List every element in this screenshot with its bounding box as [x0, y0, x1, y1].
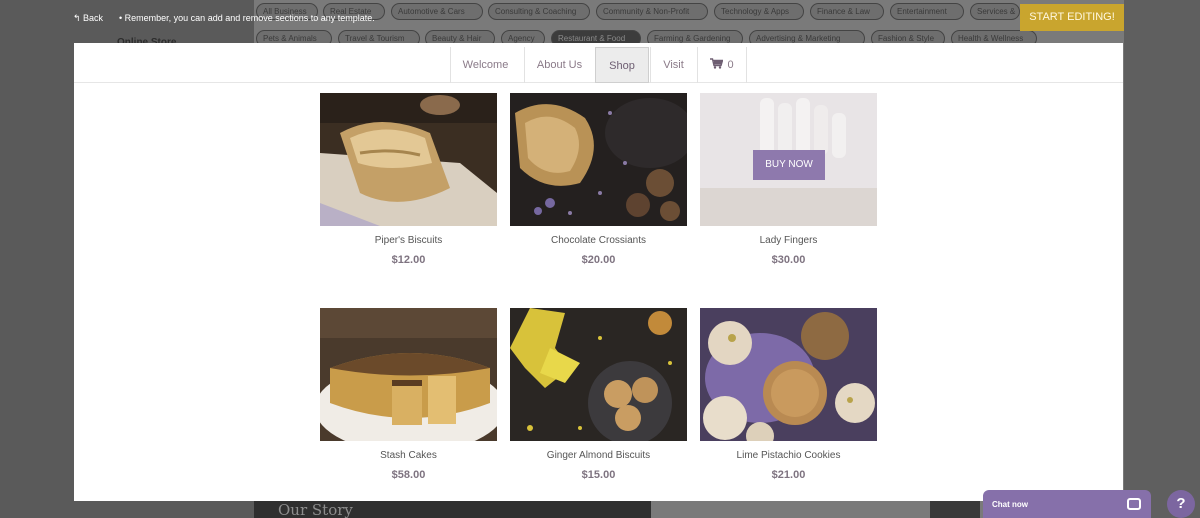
- product-price: $58.00: [391, 469, 426, 481]
- buy-now-button[interactable]: BUY NOW: [753, 150, 825, 180]
- product-name[interactable]: Lime Pistachio Cookies: [700, 450, 877, 461]
- template-preview-modal: Welcome About Us Shop Visit 0 Piper's Bi…: [74, 43, 1123, 501]
- product-name[interactable]: Ginger Almond Biscuits: [510, 450, 687, 461]
- nav-item-shop[interactable]: Shop: [595, 47, 649, 83]
- product-price: $20.00: [581, 254, 616, 266]
- product-image-cheesecake[interactable]: [320, 308, 497, 441]
- product-image-round-cookies[interactable]: [700, 308, 877, 441]
- nav-item-about-us[interactable]: About Us: [524, 47, 594, 83]
- nav-divider: [746, 47, 747, 83]
- product-image-white-pastry[interactable]: BUY NOW: [700, 93, 877, 226]
- nav-item-visit[interactable]: Visit: [650, 47, 696, 83]
- chat-label: Chat now: [992, 500, 1028, 509]
- product-image-dark-pastry[interactable]: [510, 93, 687, 226]
- product-price: $30.00: [771, 254, 806, 266]
- category-pill[interactable]: Entertainment: [890, 3, 964, 20]
- product-price: $15.00: [581, 469, 616, 481]
- product-name[interactable]: Chocolate Crossiants: [510, 235, 687, 246]
- nav-item-cart[interactable]: 0: [697, 47, 746, 83]
- back-link[interactable]: ↰ Back: [73, 13, 103, 24]
- category-pill[interactable]: Consulting & Coaching: [488, 3, 590, 20]
- category-pill[interactable]: Automotive & Cars: [391, 3, 483, 20]
- help-button[interactable]: ?: [1167, 490, 1195, 518]
- chat-bubble-icon: [1127, 498, 1141, 510]
- category-pill[interactable]: Finance & Law: [810, 3, 884, 20]
- cart-count: 0: [727, 59, 734, 71]
- start-editing-button[interactable]: START EDITING!: [1020, 4, 1124, 31]
- remember-hint: • Remember, you can add and remove secti…: [119, 13, 375, 23]
- category-pill[interactable]: Technology & Apps: [714, 3, 804, 20]
- product-price: $12.00: [391, 254, 426, 266]
- product-name[interactable]: Lady Fingers: [700, 235, 877, 246]
- cart-icon: [710, 58, 724, 69]
- product-name[interactable]: Piper's Biscuits: [320, 235, 497, 246]
- product-image-cookies-plate[interactable]: [510, 308, 687, 441]
- category-pill[interactable]: Community & Non-Profit: [596, 3, 708, 20]
- background-our-story-heading: Our Story: [278, 501, 353, 518]
- site-navigation: Welcome About Us Shop Visit 0: [74, 43, 1123, 83]
- product-image-bread-loaf[interactable]: [320, 93, 497, 226]
- nav-item-welcome[interactable]: Welcome: [450, 47, 520, 83]
- chat-widget[interactable]: Chat now: [983, 490, 1151, 518]
- category-pill[interactable]: Services &: [970, 3, 1020, 20]
- product-name[interactable]: Stash Cakes: [320, 450, 497, 461]
- product-price: $21.00: [771, 469, 806, 481]
